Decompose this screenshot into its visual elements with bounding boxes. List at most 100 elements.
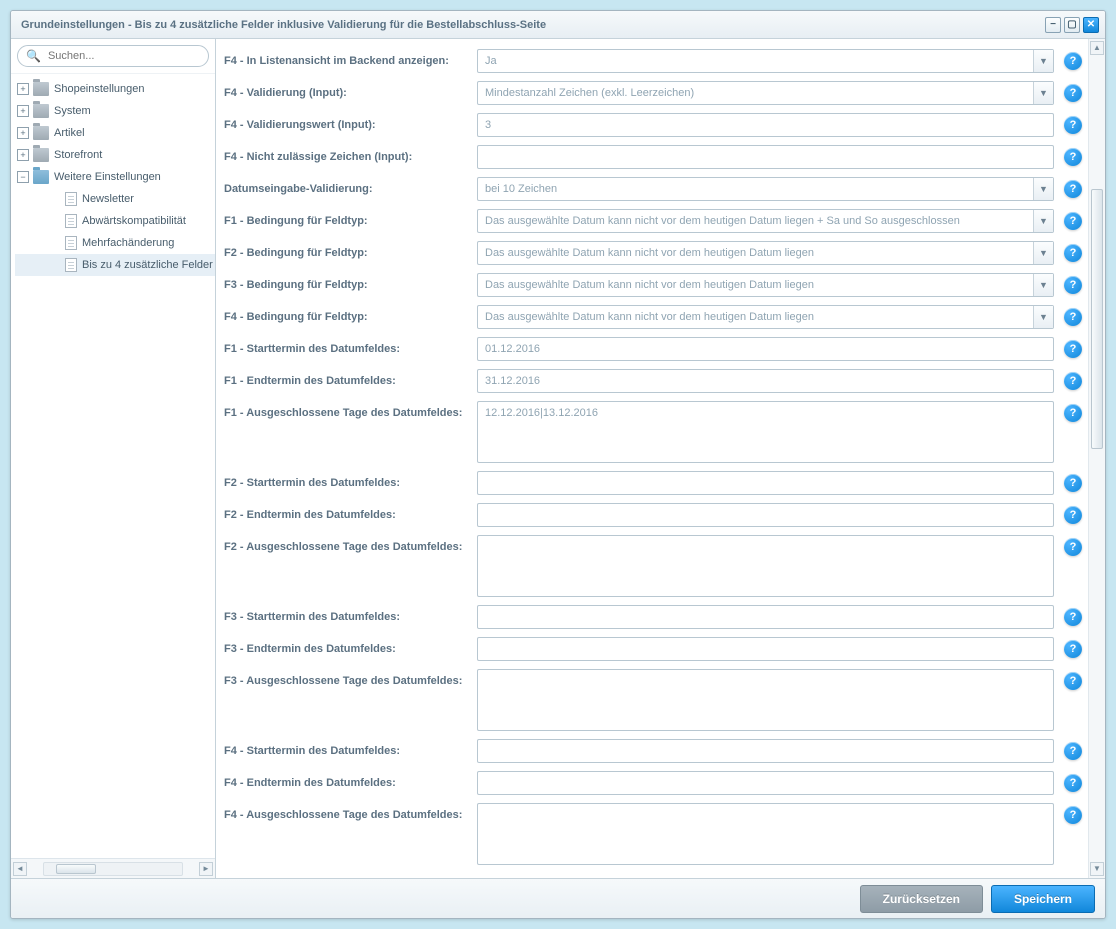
f4-cond-select[interactable]: Das ausgewählte Datum kann nicht vor dem…: [477, 305, 1054, 329]
scroll-down-icon[interactable]: ▼: [1090, 862, 1104, 876]
tree-item-system[interactable]: +System: [15, 100, 215, 122]
tree-item-label: Bis zu 4 zusätzliche Felder inkl: [82, 259, 215, 271]
save-button[interactable]: Speichern: [991, 885, 1095, 913]
scroll-right-icon[interactable]: ►: [199, 862, 213, 876]
sidebar: 🔍 +Shopeinstellungen+System+Artikel+Stor…: [11, 39, 216, 878]
f4-validation-val-input[interactable]: [477, 113, 1054, 137]
document-icon: [65, 258, 77, 272]
chevron-down-icon[interactable]: ▼: [1033, 274, 1053, 296]
tree-item-shopeinstellungen[interactable]: +Shopeinstellungen: [15, 78, 215, 100]
help-icon[interactable]: ?: [1064, 608, 1082, 626]
chevron-down-icon[interactable]: ▼: [1033, 82, 1053, 104]
chevron-down-icon[interactable]: ▼: [1033, 210, 1053, 232]
field-wrapper: Das ausgewählte Datum kann nicht vor dem…: [477, 273, 1054, 297]
help-icon[interactable]: ?: [1064, 742, 1082, 760]
field-label: F2 - Starttermin des Datumfeldes:: [224, 471, 477, 489]
chevron-down-icon[interactable]: ▼: [1033, 178, 1053, 200]
help-icon[interactable]: ?: [1064, 84, 1082, 102]
tree-item-newsletter[interactable]: Newsletter: [15, 188, 215, 210]
date-input-valid-select[interactable]: bei 10 Zeichen▼: [477, 177, 1054, 201]
help-icon[interactable]: ?: [1064, 538, 1082, 556]
f3-start-input[interactable]: [477, 605, 1054, 629]
tree-collapse-icon[interactable]: −: [17, 171, 29, 183]
help-icon[interactable]: ?: [1064, 506, 1082, 524]
search-box: 🔍: [17, 45, 209, 67]
titlebar: Grundeinstellungen - Bis zu 4 zusätzlich…: [11, 11, 1105, 39]
tree-item-storefront[interactable]: +Storefront: [15, 144, 215, 166]
f4-validation-select[interactable]: Mindestanzahl Zeichen (exkl. Leerzeichen…: [477, 81, 1054, 105]
f1-end-input[interactable]: [477, 369, 1054, 393]
help-icon[interactable]: ?: [1064, 148, 1082, 166]
f4-list-backend-select[interactable]: Ja▼: [477, 49, 1054, 73]
tree-item-abw-rtskompatibilit-t[interactable]: Abwärtskompatibilität: [15, 210, 215, 232]
sidebar-horizontal-scrollbar[interactable]: ◄ ►: [11, 858, 215, 878]
reset-button[interactable]: Zurücksetzen: [860, 885, 983, 913]
tree-item-label: Newsletter: [82, 193, 134, 205]
help-icon[interactable]: ?: [1064, 404, 1082, 422]
form-row-f3-excl: F3 - Ausgeschlossene Tage des Datumfelde…: [222, 665, 1088, 735]
main-vertical-scrollbar[interactable]: ▲ ▼: [1088, 39, 1105, 878]
scroll-thumb[interactable]: [56, 864, 96, 874]
help-icon[interactable]: ?: [1064, 276, 1082, 294]
help-icon[interactable]: ?: [1064, 180, 1082, 198]
f2-start-input[interactable]: [477, 471, 1054, 495]
scroll-left-icon[interactable]: ◄: [13, 862, 27, 876]
f2-end-input[interactable]: [477, 503, 1054, 527]
scroll-thumb[interactable]: [1091, 189, 1103, 449]
search-icon: 🔍: [26, 49, 41, 63]
help-icon[interactable]: ?: [1064, 116, 1082, 134]
help-icon[interactable]: ?: [1064, 672, 1082, 690]
form-row-f4-start: F4 - Starttermin des Datumfeldes:?: [222, 735, 1088, 767]
help-icon[interactable]: ?: [1064, 774, 1082, 792]
field-wrapper: Mindestanzahl Zeichen (exkl. Leerzeichen…: [477, 81, 1054, 105]
scroll-track[interactable]: [43, 862, 183, 876]
tree-expand-icon[interactable]: +: [17, 149, 29, 161]
f1-cond-select[interactable]: Das ausgewählte Datum kann nicht vor dem…: [477, 209, 1054, 233]
f3-cond-select[interactable]: Das ausgewählte Datum kann nicht vor dem…: [477, 273, 1054, 297]
form-row-f2-start: F2 - Starttermin des Datumfeldes:?: [222, 467, 1088, 499]
f3-excl-textarea[interactable]: [477, 669, 1054, 731]
tree-expand-icon[interactable]: +: [17, 83, 29, 95]
tree-expand-icon[interactable]: +: [17, 105, 29, 117]
folder-icon: [33, 104, 49, 118]
help-icon[interactable]: ?: [1064, 474, 1082, 492]
field-label: F4 - Ausgeschlossene Tage des Datumfelde…: [224, 803, 477, 821]
tree-item-weitere-einstellungen[interactable]: −Weitere Einstellungen: [15, 166, 215, 188]
scroll-up-icon[interactable]: ▲: [1090, 41, 1104, 55]
tree-item-artikel[interactable]: +Artikel: [15, 122, 215, 144]
minimize-button[interactable]: −: [1045, 17, 1061, 33]
search-input[interactable]: [46, 49, 200, 63]
f3-end-input[interactable]: [477, 637, 1054, 661]
f4-excl-textarea[interactable]: [477, 803, 1054, 865]
help-icon[interactable]: ?: [1064, 308, 1082, 326]
tree-expand-icon[interactable]: +: [17, 127, 29, 139]
tree-item-mehrfach-nderung[interactable]: Mehrfachänderung: [15, 232, 215, 254]
f1-excl-textarea[interactable]: [477, 401, 1054, 463]
maximize-button[interactable]: ▢: [1064, 17, 1080, 33]
close-button[interactable]: ✕: [1083, 17, 1099, 33]
help-icon[interactable]: ?: [1064, 372, 1082, 390]
f2-cond-select[interactable]: Das ausgewählte Datum kann nicht vor dem…: [477, 241, 1054, 265]
select-value: Das ausgewählte Datum kann nicht vor dem…: [485, 215, 1033, 227]
tree-item-bis-zu-4-zus-tzliche-felder-inkl[interactable]: Bis zu 4 zusätzliche Felder inkl: [15, 254, 215, 276]
field-wrapper: [477, 669, 1054, 731]
chevron-down-icon[interactable]: ▼: [1033, 50, 1053, 72]
help-icon[interactable]: ?: [1064, 806, 1082, 824]
field-wrapper: Das ausgewählte Datum kann nicht vor dem…: [477, 305, 1054, 329]
help-icon[interactable]: ?: [1064, 640, 1082, 658]
help-icon[interactable]: ?: [1064, 212, 1082, 230]
form-row-f4-end: F4 - Endtermin des Datumfeldes:?: [222, 767, 1088, 799]
chevron-down-icon[interactable]: ▼: [1033, 306, 1053, 328]
select-value: Das ausgewählte Datum kann nicht vor dem…: [485, 279, 1033, 291]
help-icon[interactable]: ?: [1064, 340, 1082, 358]
f4-end-input[interactable]: [477, 771, 1054, 795]
f2-excl-textarea[interactable]: [477, 535, 1054, 597]
field-wrapper: [477, 401, 1054, 463]
help-icon[interactable]: ?: [1064, 244, 1082, 262]
help-icon[interactable]: ?: [1064, 52, 1082, 70]
folder-open-icon: [33, 170, 49, 184]
chevron-down-icon[interactable]: ▼: [1033, 242, 1053, 264]
f1-start-input[interactable]: [477, 337, 1054, 361]
f4-start-input[interactable]: [477, 739, 1054, 763]
f4-disallowed-input[interactable]: [477, 145, 1054, 169]
